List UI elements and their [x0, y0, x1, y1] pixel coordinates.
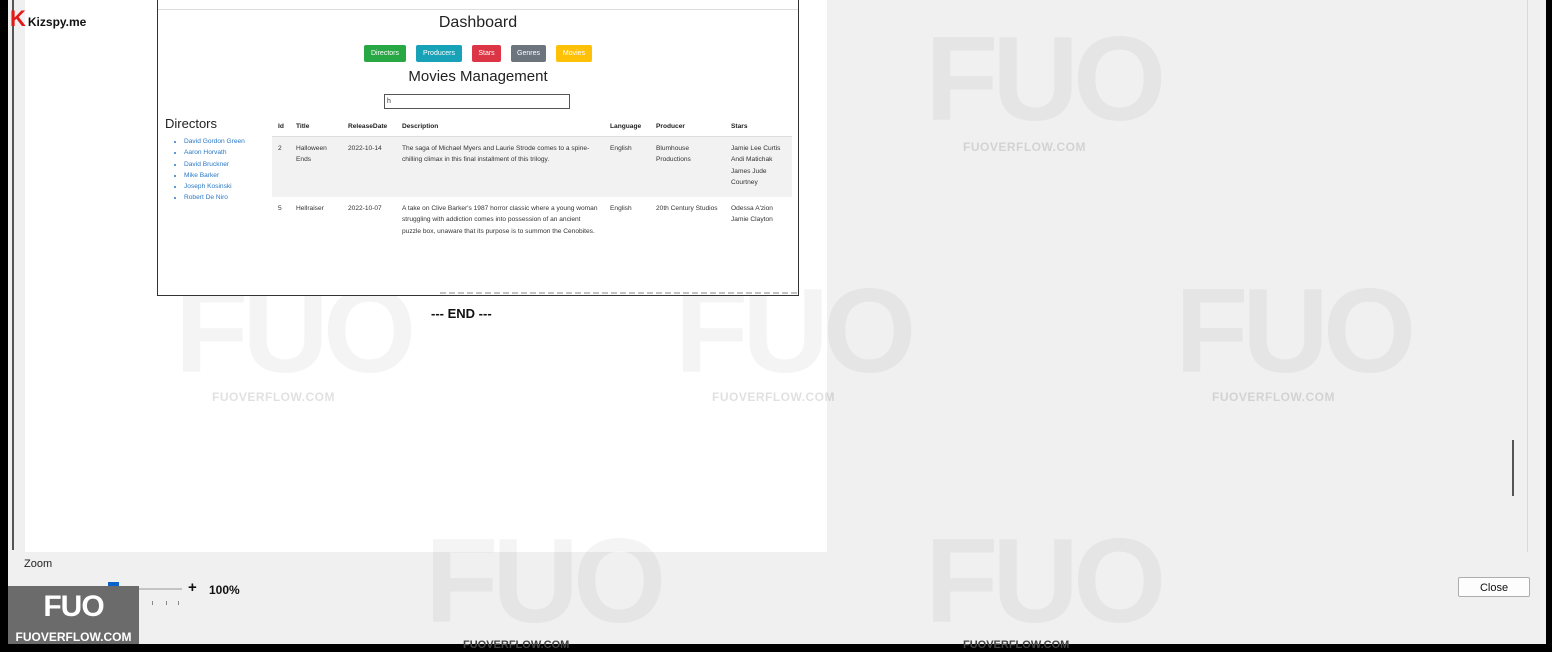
watermark-logo: FUO [925, 10, 1166, 148]
nav-buttons: Directors Producers Stars Genres Movies [158, 45, 798, 62]
director-link[interactable]: David Bruckner [184, 159, 245, 170]
watermark-badge-logo: FUO [43, 590, 104, 623]
director-link[interactable]: David Gordon Green [184, 136, 245, 147]
scrollbar-thumb[interactable] [1512, 440, 1514, 496]
brand-name: Kizspy.me [27, 15, 87, 29]
zoom-in-button[interactable]: + [188, 579, 197, 596]
column-header: Id [272, 118, 290, 137]
cell-release-date: 2022-10-07 [348, 205, 382, 212]
cell-producer: Blumhouse Productions [650, 136, 725, 197]
director-link[interactable]: Mike Barker [184, 170, 245, 181]
bottom-bar [0, 644, 1552, 652]
cell-stars: Jamie Lee Curtis Andi Matichak James Jud… [725, 136, 792, 197]
dashboard-title: Dashboard [438, 14, 518, 31]
watermark-text: FUOVERFLOW.COM [963, 140, 1086, 154]
cell-release-date: 2022-10-14 [342, 136, 396, 197]
cell-title: Halloween Ends [290, 136, 342, 197]
director-link[interactable]: Aaron Horvath [184, 147, 245, 158]
cell-description: The saga of Michael Myers and Laurie Str… [396, 136, 604, 197]
brand-logo: K Kizspy.me [10, 6, 87, 31]
search-input[interactable]: h [384, 94, 570, 109]
watermark-badge: FUO FUOVERFLOW.COM [8, 586, 139, 644]
watermark-text: FUOVERFLOW.COM [463, 639, 570, 651]
stars-button[interactable]: Stars [472, 45, 501, 62]
section-title: Movies Management [408, 68, 548, 85]
cell-id: 5 [278, 205, 282, 212]
cell-stars: Odessa A'zion Jamie Clayton [725, 197, 792, 257]
column-header: Producer [650, 118, 725, 137]
watermark-badge-text: FUOVERFLOW.COM [15, 630, 132, 644]
left-border [12, 0, 14, 550]
star-name: Odessa A'zion [731, 205, 773, 212]
star-name: James Jude Courtney [731, 167, 767, 186]
cell-language: English [604, 136, 650, 197]
close-button[interactable]: Close [1458, 577, 1530, 597]
genres-button[interactable]: Genres [511, 45, 546, 62]
movies-table: Id Title ReleaseDate Description Languag… [272, 118, 792, 257]
column-header: Language [604, 118, 650, 137]
watermark-text: FUOVERFLOW.COM [712, 390, 835, 404]
star-name: Jamie Clayton [731, 216, 773, 224]
cell-language: English [610, 205, 632, 212]
movies-button[interactable]: Movies [556, 45, 592, 62]
zoom-label: Zoom [24, 558, 53, 570]
director-link[interactable]: Joseph Kosinski [184, 181, 245, 192]
brand-mark: K [10, 6, 26, 31]
table-header-row: Id Title ReleaseDate Description Languag… [272, 118, 792, 137]
star-name: Andi Matichak [731, 156, 773, 164]
cell-id: 2 [272, 136, 290, 197]
watermark-text: FUOVERFLOW.COM [212, 390, 335, 404]
scrollbar-track [1527, 0, 1528, 552]
zoom-value: 100% [209, 583, 240, 597]
column-header: Stars [725, 118, 792, 137]
cell-description: A take on Clive Barker's 1987 horror cla… [402, 205, 598, 235]
producers-button[interactable]: Producers [416, 45, 462, 62]
directors-list: David Gordon Green Aaron Horvath David B… [176, 136, 245, 204]
watermark-logo: FUO [425, 512, 666, 650]
watermark-logo: FUO [1175, 262, 1416, 400]
watermark-text: FUOVERFLOW.COM [1212, 390, 1335, 404]
table-row[interactable]: 2 Halloween Ends 2022-10-14 The saga of … [272, 136, 792, 197]
embedded-screenshot: Dashboard Directors Producers Stars Genr… [157, 0, 799, 296]
column-header: Description [396, 118, 604, 137]
clipped-text-line [440, 292, 798, 294]
watermark-text: FUOVERFLOW.COM [963, 639, 1070, 651]
directors-heading: Directors [165, 116, 218, 131]
table-row[interactable]: 5 Hellraiser 2022-10-07 A take on Clive … [272, 197, 792, 257]
cell-title: Hellraiser [296, 205, 324, 212]
star-name: Jamie Lee Curtis [731, 145, 781, 152]
end-marker: --- END --- [431, 306, 492, 321]
browser-bar [158, 0, 798, 10]
watermark-logo: FUO [925, 512, 1166, 650]
column-header: ReleaseDate [342, 118, 396, 137]
column-header: Title [290, 118, 342, 137]
directors-button[interactable]: Directors [364, 45, 406, 62]
director-link[interactable]: Robert De Niro [184, 192, 245, 203]
cell-producer: 20th Century Studios [656, 205, 718, 212]
